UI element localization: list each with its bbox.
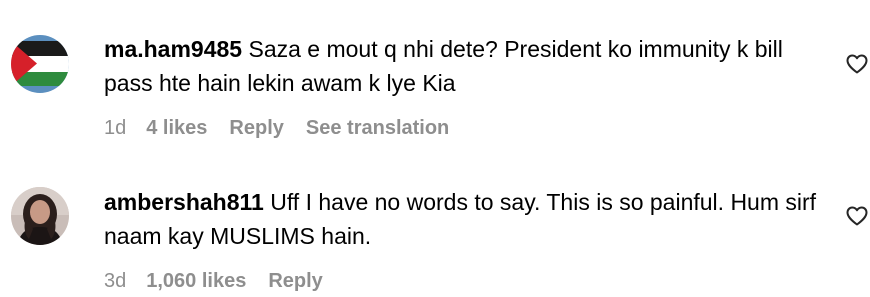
palestine-flag-avatar[interactable] [11, 35, 69, 93]
comment-item: ma.ham9485 Saza e mout q nhi dete? Presi… [0, 0, 870, 150]
comment-meta: 1d 4 likes Reply See translation [104, 116, 449, 140]
comment-likes-count[interactable]: 4 likes [146, 117, 207, 139]
comment-meta: 3d 1,060 likes Reply [104, 269, 345, 293]
comment-text: ambershah811 Uff I have no words to say.… [104, 185, 819, 253]
heart-icon[interactable] [845, 204, 869, 228]
comment-item: ambershah811 Uff I have no words to say.… [0, 150, 870, 297]
comment-username[interactable]: ma.ham9485 [104, 36, 242, 62]
heart-icon[interactable] [845, 52, 869, 76]
comment-timestamp: 1d [104, 117, 127, 139]
reply-button[interactable]: Reply [229, 117, 283, 139]
comment-username[interactable]: ambershah811 [104, 189, 264, 215]
reply-button[interactable]: Reply [268, 270, 322, 292]
comment-likes-count[interactable]: 1,060 likes [146, 270, 246, 292]
see-translation-button[interactable]: See translation [306, 117, 449, 139]
comment-text: ma.ham9485 Saza e mout q nhi dete? Presi… [104, 32, 819, 100]
comment-timestamp: 3d [104, 270, 127, 292]
user-photo-avatar[interactable] [11, 187, 69, 245]
